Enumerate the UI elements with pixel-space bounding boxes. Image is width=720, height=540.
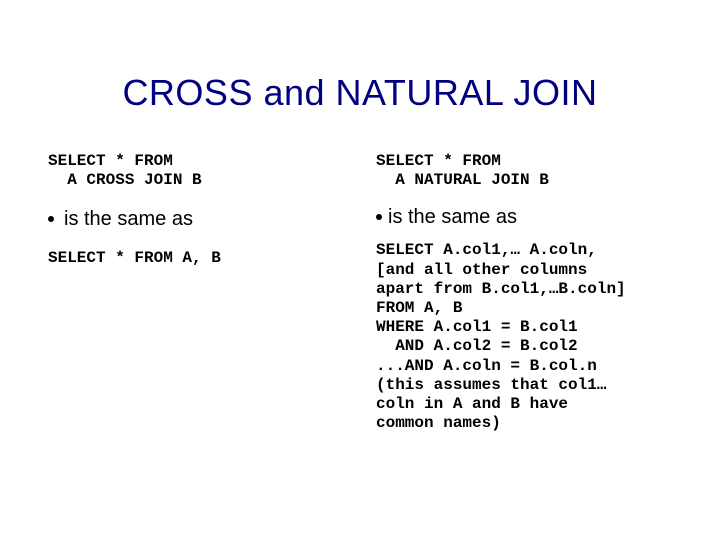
right-bullet-text: is the same as — [388, 206, 517, 229]
left-bullet-text: is the same as — [64, 208, 193, 231]
bullet-icon — [376, 214, 382, 220]
right-bullet-row: is the same as — [376, 206, 672, 229]
right-code-top: SELECT * FROM A NATURAL JOIN B — [376, 152, 672, 190]
bullet-icon — [48, 216, 54, 222]
left-bullet-row: is the same as — [48, 208, 344, 231]
page-title: CROSS and NATURAL JOIN — [0, 0, 720, 114]
left-code-top: SELECT * FROM A CROSS JOIN B — [48, 152, 344, 190]
right-code-bottom: SELECT A.col1,… A.coln, [and all other c… — [376, 241, 672, 433]
content-columns: SELECT * FROM A CROSS JOIN B is the same… — [0, 114, 720, 433]
right-column: SELECT * FROM A NATURAL JOIN B is the sa… — [376, 152, 672, 433]
left-code-bottom: SELECT * FROM A, B — [48, 249, 344, 268]
left-column: SELECT * FROM A CROSS JOIN B is the same… — [48, 152, 344, 433]
